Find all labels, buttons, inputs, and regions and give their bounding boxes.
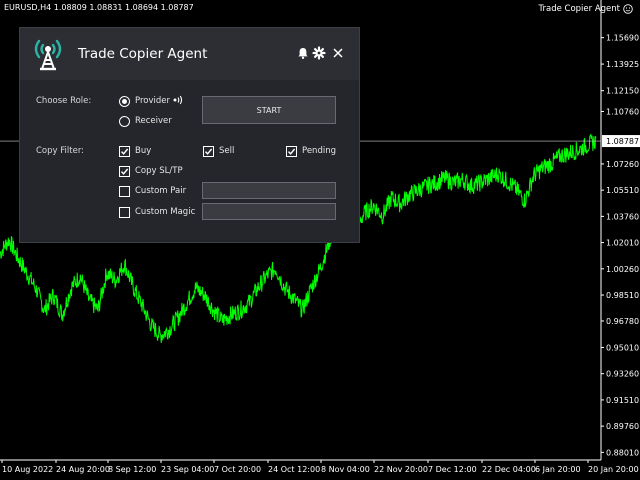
checkbox-indicator <box>286 146 297 157</box>
checkmark-icon <box>204 148 213 155</box>
bell-icon[interactable] <box>296 46 310 60</box>
filter-sell-label: Sell <box>219 146 235 156</box>
ea-name-label: Trade Copier Agent <box>538 4 620 14</box>
checkbox-indicator <box>119 166 130 177</box>
price-tick-label: 1.00260 <box>606 265 639 274</box>
time-tick-label: 8 Sep 12:00 <box>108 465 156 474</box>
gear-icon[interactable] <box>312 46 326 60</box>
price-tick-label: 1.13925 <box>606 60 639 69</box>
price-tick-label: 1.15690 <box>606 34 639 43</box>
checkbox-indicator <box>119 186 130 197</box>
time-tick-label: 7 Dec 12:00 <box>428 465 477 474</box>
price-tick-label: 0.95010 <box>606 343 639 352</box>
custom-pair-input[interactable] <box>202 182 336 199</box>
role-provider-radio[interactable]: Provider <box>119 95 179 109</box>
checkmark-icon <box>120 148 129 155</box>
filter-buy-checkbox[interactable]: Buy <box>119 145 169 159</box>
custom-magic-label: Custom Magic <box>135 207 196 217</box>
radio-indicator <box>119 116 130 127</box>
time-tick-label: 24 Oct 12:00 <box>268 465 320 474</box>
price-tick-label: 0.91510 <box>606 396 639 405</box>
price-tick-label: 1.05510 <box>606 186 639 195</box>
price-tick-label: 1.03760 <box>606 212 639 221</box>
checkbox-indicator <box>203 146 214 157</box>
filter-buy-label: Buy <box>135 146 152 156</box>
panel-title: Trade Copier Agent <box>78 46 208 62</box>
broadcast-icon <box>173 95 183 105</box>
smiley-icon <box>623 4 633 14</box>
checkmark-icon <box>287 148 296 155</box>
checkbox-indicator <box>119 207 130 218</box>
role-receiver-label: Receiver <box>135 116 172 126</box>
current-price-label: 1.08787 <box>606 137 639 146</box>
choose-role-label: Choose Role: <box>36 96 92 106</box>
time-tick-label: 6 Jan 20:00 <box>535 465 581 474</box>
trade-copier-panel: Trade Copier Agent Choose Role: Provider… <box>19 27 360 243</box>
price-tick-label: 0.93260 <box>606 370 639 379</box>
symbol-info: EURUSD,H4 1.08809 1.08831 1.08694 1.0878… <box>4 3 194 12</box>
custom-pair-checkbox[interactable]: Custom Pair <box>119 185 194 199</box>
filter-sell-checkbox[interactable]: Sell <box>203 145 253 159</box>
price-tick-label: 0.89760 <box>606 422 639 431</box>
filter-pending-label: Pending <box>302 146 336 156</box>
time-tick-label: 20 Jan 20:00 <box>588 465 639 474</box>
copy-sltp-checkbox[interactable]: Copy SL/TP <box>119 165 189 179</box>
time-tick-label: 22 Nov 20:00 <box>374 465 428 474</box>
role-receiver-radio[interactable]: Receiver <box>119 115 189 129</box>
signal-tower-logo-icon <box>34 39 62 71</box>
price-tick-label: 0.98510 <box>606 291 639 300</box>
price-tick-label: 0.96780 <box>606 317 639 326</box>
price-tick-label: 1.12150 <box>606 87 639 96</box>
price-tick-label: 1.02010 <box>606 239 639 248</box>
custom-pair-label: Custom Pair <box>135 186 187 196</box>
checkbox-indicator <box>119 146 130 157</box>
filter-pending-checkbox[interactable]: Pending <box>286 145 346 159</box>
copy-sltp-label: Copy SL/TP <box>135 166 183 176</box>
checkmark-icon <box>120 168 129 175</box>
radio-indicator <box>119 96 130 107</box>
panel-header: Trade Copier Agent <box>20 28 359 80</box>
price-tick-label: 1.10760 <box>606 107 639 116</box>
copy-filter-label: Copy Filter: <box>36 146 85 156</box>
custom-magic-input[interactable] <box>202 203 336 220</box>
time-tick-label: 23 Sep 04:00 <box>161 465 214 474</box>
time-tick-label: 7 Oct 20:00 <box>214 465 261 474</box>
close-icon[interactable] <box>331 46 345 60</box>
price-tick-label: 0.88010 <box>606 448 639 457</box>
start-button[interactable]: START <box>202 96 336 124</box>
time-tick-label: 10 Aug 2022 <box>2 465 53 474</box>
time-tick-label: 8 Nov 04:00 <box>321 465 370 474</box>
time-tick-label: 24 Aug 20:00 <box>56 465 110 474</box>
price-tick-label: 1.07260 <box>606 160 639 169</box>
time-tick-label: 22 Dec 04:00 <box>482 465 536 474</box>
role-provider-label: Provider <box>135 96 170 106</box>
custom-magic-checkbox[interactable]: Custom Magic <box>119 206 196 220</box>
